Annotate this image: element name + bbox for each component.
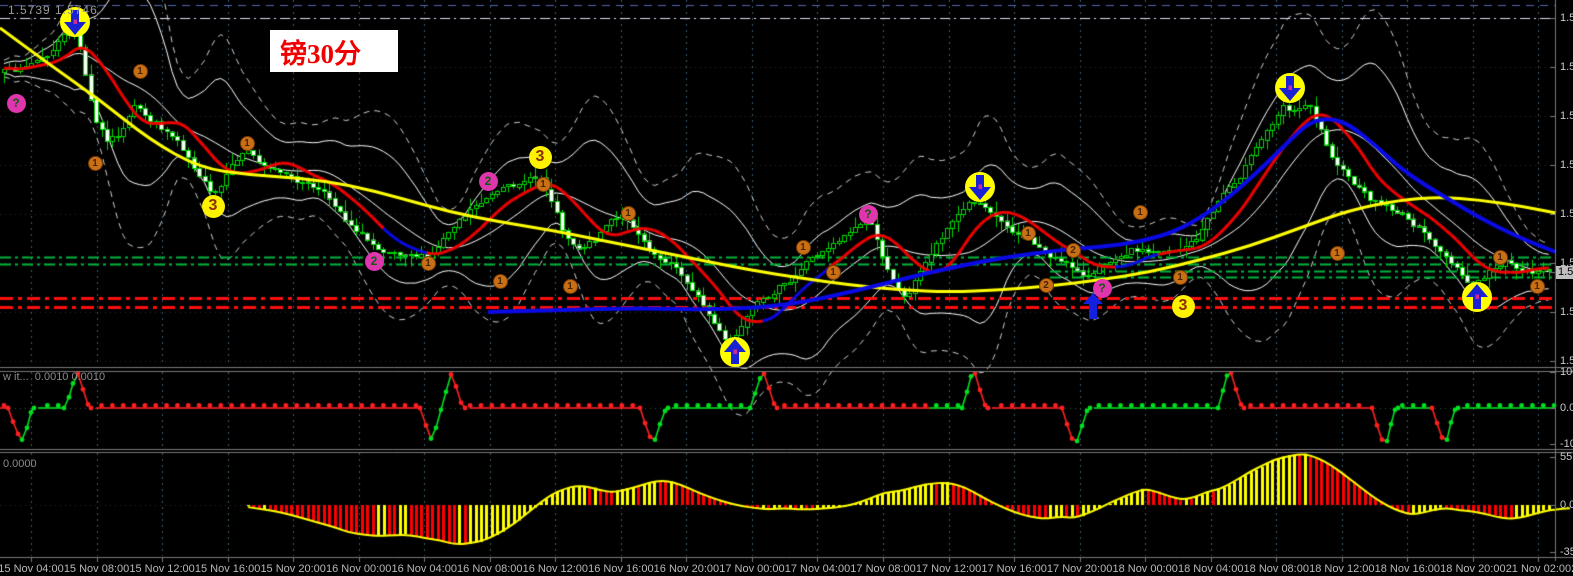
number-signal[interactable]: 1 [1529, 278, 1545, 294]
number-signal[interactable]: 1 [795, 239, 811, 255]
symbol-label-text: 镑30分 [280, 38, 361, 69]
number-signal[interactable]: 1 [1329, 245, 1345, 261]
symbol-label-box[interactable]: 镑30分 [270, 30, 398, 72]
time-label: 16 Nov 16:00 [588, 563, 654, 575]
number-signal[interactable]: 2 [1038, 277, 1054, 293]
quote-values: 1.5739 1.5746 [8, 3, 98, 17]
sell-arrow-marker[interactable] [964, 171, 996, 208]
number-signal[interactable]: 1 [239, 135, 255, 151]
question-signal[interactable]: 2 [364, 251, 384, 271]
time-label: 16 Nov 04:00 [391, 563, 457, 575]
time-label: 18 Nov 00:00 [1112, 563, 1178, 575]
number-signal[interactable]: 1 [825, 264, 841, 280]
time-label: 16 Nov 12:00 [522, 563, 589, 575]
mid-axis-label: -10 [1560, 438, 1573, 450]
time-label: 17 Nov 12:00 [915, 563, 982, 575]
number-signal[interactable]: 1 [535, 176, 551, 192]
chart-canvas[interactable] [0, 0, 1573, 576]
mid-axis-label: 0.0 [1560, 402, 1573, 414]
time-label: 17 Nov 20:00 [1046, 563, 1113, 575]
number-3-signal[interactable]: 3 [1171, 294, 1195, 318]
price-axis-label: 1.5 [1560, 159, 1573, 171]
buy-arrow-marker[interactable] [719, 336, 751, 373]
time-label: 16 Nov 20:00 [653, 563, 720, 575]
bottom-axis-label: 55. [1560, 451, 1573, 463]
number-signal[interactable]: 1 [132, 63, 148, 79]
price-axis-label: 1.5 [1560, 61, 1573, 73]
mid-axis-label: 100 [1560, 366, 1573, 378]
indicator1-label: w it... 0.0010 0.0010 [3, 371, 106, 383]
price-axis-label: 1.5 [1560, 12, 1573, 24]
time-label: 15 Nov 16:00 [194, 563, 261, 575]
sell-arrow-marker[interactable] [1274, 72, 1306, 109]
question-signal[interactable]: 2 [478, 171, 498, 191]
buy-arrow-marker[interactable] [1461, 281, 1493, 318]
current-price-box: 1.5 [1556, 266, 1573, 279]
number-signal[interactable]: 1 [562, 278, 578, 294]
time-label: 18 Nov 16:00 [1374, 563, 1441, 575]
time-label: 17 Nov 04:00 [784, 563, 851, 575]
price-axis-label: 1.5 [1560, 208, 1573, 220]
number-signal[interactable]: 1 [1132, 204, 1148, 220]
number-signal[interactable]: 1 [492, 273, 508, 289]
number-signal[interactable]: 1 [1020, 225, 1036, 241]
time-label: 16 Nov 08:00 [457, 563, 523, 575]
number-signal[interactable]: 2 [1065, 242, 1081, 258]
time-label: 17 Nov 16:00 [981, 563, 1047, 575]
time-label: 15 Nov 08:00 [63, 563, 130, 575]
time-label: 18 Nov 04:00 [1178, 563, 1244, 575]
time-label: 15 Nov 12:00 [129, 563, 195, 575]
bottom-axis-label: -35 [1560, 546, 1573, 558]
number-3-signal[interactable]: 3 [528, 145, 552, 169]
time-label: 15 Nov 20:00 [260, 563, 326, 575]
price-axis-label: 1.5 [1560, 110, 1573, 122]
number-signal[interactable]: 1 [1172, 269, 1188, 285]
trading-chart-window: 1.5739 1.5746 镑30分 w it... 0.0010 0.0010… [0, 0, 1573, 576]
number-signal[interactable]: 1 [1492, 249, 1508, 265]
price-axis-label: 1.5 [1560, 306, 1573, 318]
time-label: 16 Nov 00:00 [325, 563, 392, 575]
time-label: 18 Nov 12:00 [1309, 563, 1375, 575]
time-label: 18 Nov 20:00 [1440, 563, 1506, 575]
time-label: 15 Nov 04:00 [0, 563, 64, 575]
time-label: 17 Nov 08:00 [850, 563, 916, 575]
question-signal[interactable]: ? [6, 93, 26, 113]
time-label: 21 Nov 02:00 [1505, 563, 1572, 575]
number-signal[interactable]: 1 [620, 205, 636, 221]
question-signal[interactable]: ? [858, 204, 878, 224]
time-label: 18 Nov 08:00 [1243, 563, 1309, 575]
number-signal[interactable]: 1 [87, 155, 103, 171]
small-buy-arrow-marker[interactable] [1083, 293, 1103, 324]
number-3-signal[interactable]: 3 [201, 194, 225, 218]
bottom-axis-label: 0.0 [1560, 499, 1573, 511]
time-label: 17 Nov 00:00 [719, 563, 785, 575]
indicator2-label: 0.0000 [3, 458, 37, 470]
number-signal[interactable]: 1 [420, 255, 436, 271]
